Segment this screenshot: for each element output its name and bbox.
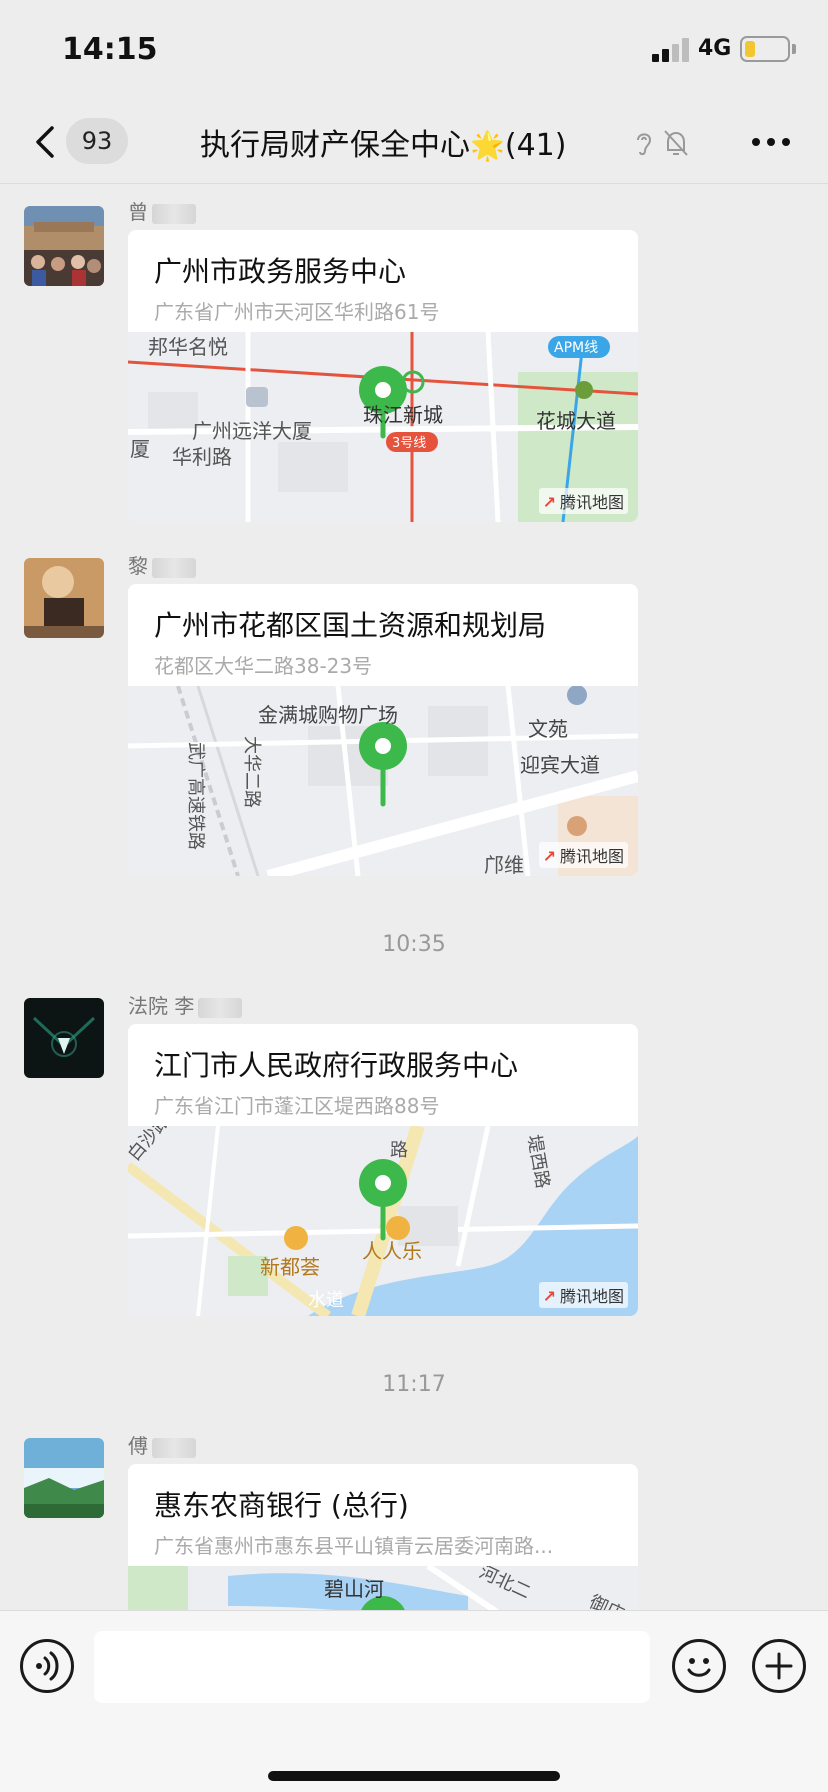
unread-count-badge[interactable]: 93: [66, 118, 128, 164]
map-label: 华利路: [172, 445, 232, 469]
status-time: 14:15: [62, 32, 158, 67]
avatar[interactable]: [24, 998, 104, 1078]
map-label: 白沙路: [128, 1126, 175, 1165]
location-address: 广东省惠州市惠东县平山镇青云居委河南路...: [154, 1534, 554, 1558]
avatar[interactable]: [24, 558, 104, 638]
map-provider-logo: ↗ 腾讯地图: [538, 842, 628, 868]
map-provider-logo: ↗ 腾讯地图: [538, 488, 628, 514]
location-title: 江门市人民政府行政服务中心: [154, 1049, 519, 1082]
map-label: APM线: [554, 340, 598, 356]
chat-title-text: 执行局财产保全中心: [200, 128, 470, 163]
chat-title: 执行局财产保全中心🌟(41): [200, 120, 566, 164]
map-label: 厦: [130, 437, 150, 461]
timestamp: 11:17: [382, 1372, 446, 1397]
battery-icon: [740, 36, 790, 62]
network-label: 4G: [698, 36, 732, 61]
sender-name: 法院 李: [128, 990, 243, 1019]
message-input[interactable]: [94, 1631, 650, 1703]
more-dots-icon[interactable]: [752, 136, 792, 148]
back-chevron-icon[interactable]: [30, 122, 64, 162]
emoji-button[interactable]: [672, 1639, 726, 1693]
location-address: 花都区大华二路38-23号: [154, 654, 373, 678]
avatar[interactable]: [24, 206, 104, 286]
plus-button[interactable]: [752, 1639, 806, 1693]
map-label: 珠江新城: [363, 403, 443, 427]
map-label: 武广高速铁路: [185, 742, 206, 850]
location-card[interactable]: 江门市人民政府行政服务中心 广东省江门市蓬江区堤西路88号 白沙路 堤西路 新都…: [128, 1024, 638, 1316]
chat-header: 93 执行局财产保全中心🌟(41): [0, 100, 828, 184]
map-label: 邦华名悦: [148, 335, 228, 359]
location-address: 广东省广州市天河区华利路61号: [154, 300, 440, 324]
map-label: 大华二路: [241, 736, 262, 808]
location-card[interactable]: 广州市政务服务中心 广东省广州市天河区华利路61号 邦华名悦 广州远洋大厦 华利…: [128, 230, 638, 522]
status-bar: 14:15 4G: [0, 0, 828, 100]
mute-bell-icon: [664, 130, 688, 156]
member-count: (41): [504, 128, 567, 163]
map-label: 广州远洋大厦: [192, 419, 312, 443]
input-bar: [0, 1610, 828, 1792]
emoji-icon: [687, 1658, 711, 1677]
map-label: 3号线: [392, 436, 426, 451]
map-label: 人人乐: [362, 1239, 422, 1263]
location-title: 广州市花都区国土资源和规划局: [154, 609, 547, 642]
home-indicator[interactable]: [268, 1771, 560, 1781]
map-label: 迎宾大道: [520, 753, 600, 777]
sender-name: 曾: [128, 196, 196, 225]
map-preview[interactable]: 金满城购物广场 文苑 迎宾大道 武广高速铁路 大华二路 邝维 ↗ 腾讯地图: [128, 686, 638, 876]
battery-cap: [792, 44, 796, 54]
map-label: 堤西路: [523, 1133, 553, 1190]
map-label: 水道: [308, 1290, 344, 1311]
timestamp: 10:35: [382, 932, 446, 957]
plus-icon: [765, 1652, 793, 1680]
voice-icon: [36, 1651, 59, 1681]
map-label: 金满城购物广场: [258, 703, 398, 727]
map-preview[interactable]: 白沙路 堤西路 新都荟 人人乐 路 水道 ↗ 腾讯地图: [128, 1126, 638, 1316]
map-label: 花城大道: [536, 409, 616, 433]
map-label: 碧山河: [324, 1577, 384, 1601]
ear-icon: [637, 133, 652, 156]
sender-name: 黎: [128, 550, 196, 579]
map-label: 邝维: [484, 853, 524, 876]
map-label: 文苑: [528, 717, 568, 741]
map-provider-logo: ↗ 腾讯地图: [538, 1282, 628, 1308]
map-label: 河北二: [476, 1566, 534, 1603]
map-label: 路: [390, 1140, 408, 1161]
voice-button[interactable]: [20, 1639, 74, 1693]
map-label: 新都荟: [260, 1255, 320, 1279]
signal-icon: [652, 38, 692, 62]
location-card[interactable]: 广州市花都区国土资源和规划局 花都区大华二路38-23号 金满城购物广场 文苑 …: [128, 584, 638, 876]
location-title: 广州市政务服务中心: [154, 255, 407, 288]
location-address: 广东省江门市蓬江区堤西路88号: [154, 1094, 440, 1118]
map-preview[interactable]: 邦华名悦 广州远洋大厦 华利路 厦 珠江新城 3号线 花城大道 APM线 ↗ 腾讯…: [128, 332, 638, 522]
location-title: 惠东农商银行 (总行): [154, 1489, 409, 1522]
sender-name: 傅: [128, 1430, 196, 1459]
avatar[interactable]: [24, 1438, 104, 1518]
star-emoji: 🌟: [470, 129, 505, 162]
